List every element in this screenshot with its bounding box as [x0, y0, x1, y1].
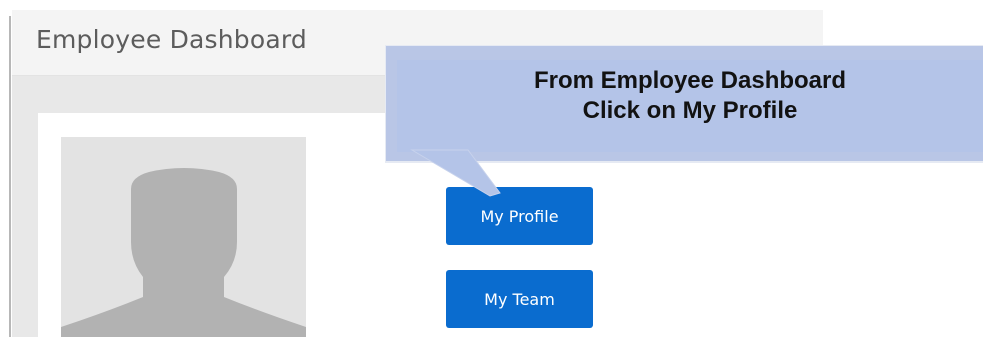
callout-line-2: Click on My Profile — [582, 97, 798, 124]
callout-line-1: From Employee Dashboard — [533, 67, 847, 94]
callout-pointer — [410, 149, 501, 197]
callout-text: From Employee Dashboard Click on My Prof… — [397, 66, 983, 126]
